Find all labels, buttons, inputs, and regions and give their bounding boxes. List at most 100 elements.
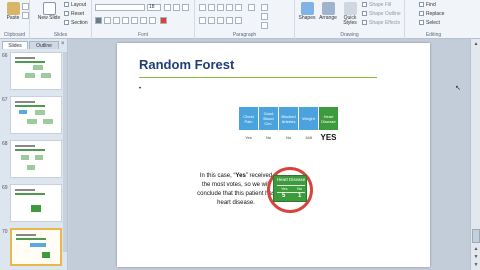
reset-icon — [64, 11, 69, 17]
shape-fill-icon — [362, 2, 367, 8]
prev-slide-icon[interactable]: ▲ — [472, 245, 480, 253]
arrange-button[interactable]: Arrange — [318, 2, 338, 21]
slide-thumbnail[interactable] — [10, 52, 62, 90]
new-slide-button[interactable]: New Slide — [34, 2, 64, 21]
font-color-icon[interactable] — [160, 17, 167, 24]
pane-scrollbar[interactable] — [63, 52, 67, 252]
cut-icon[interactable] — [22, 3, 29, 10]
italic-icon[interactable] — [104, 17, 111, 24]
close-pane-icon[interactable]: × — [61, 41, 65, 48]
vertical-scrollbar[interactable]: ▲ ▲ ▼ ▼ — [470, 39, 480, 270]
yes-vote-count: 5 — [282, 193, 286, 199]
align-left-icon[interactable] — [199, 17, 206, 24]
shape-outline-icon — [362, 11, 367, 17]
empty-bullet[interactable]: • — [139, 86, 141, 92]
smartart-icon[interactable] — [261, 22, 268, 29]
layout-button[interactable]: Layout — [64, 2, 86, 9]
slide-thumbnail-current[interactable] — [10, 228, 62, 266]
align-text-icon[interactable] — [261, 13, 268, 20]
shape-effects-button[interactable]: Shape Effects — [362, 20, 400, 27]
header-weight: Weight — [299, 107, 318, 130]
bullets-icon[interactable] — [199, 4, 206, 11]
thumbnail-row[interactable]: 67 — [0, 96, 68, 136]
find-icon — [419, 2, 424, 8]
columns-icon[interactable] — [248, 4, 255, 11]
section-button[interactable]: Section — [64, 20, 88, 27]
thumbnail-row-selected[interactable]: 70 — [0, 228, 68, 268]
slide-title[interactable]: Random Forest — [139, 57, 234, 72]
quick-styles-icon — [343, 2, 357, 15]
shape-outline-button[interactable]: Shape Outline — [362, 11, 401, 18]
conclusion-text[interactable]: In this case, “Yes” received the most vo… — [196, 172, 276, 208]
select-button[interactable]: Select — [419, 20, 440, 27]
tab-outline[interactable]: Outline — [29, 41, 59, 49]
font-size-combo[interactable]: 18 — [147, 4, 161, 11]
shadow-icon[interactable] — [122, 17, 129, 24]
editing-group: Find Replace Select Editing — [405, 0, 462, 39]
vote-tally-box[interactable]: Heart Disease Yes No 5 1 — [273, 175, 307, 202]
scroll-up-icon[interactable]: ▲ — [472, 40, 480, 48]
align-right-icon[interactable] — [217, 17, 224, 24]
thumbnail-row[interactable]: 66 — [0, 52, 68, 92]
header-chest-pain: Chest Pain — [239, 107, 258, 130]
drawing-group: Shapes Arrange Quick Styles Shape Fill S… — [295, 0, 405, 39]
value-blocked-arteries: No — [285, 135, 292, 140]
clear-format-icon[interactable] — [182, 4, 189, 11]
align-center-icon[interactable] — [208, 17, 215, 24]
text-direction-icon[interactable] — [261, 4, 268, 11]
font-group: 18 Font — [92, 0, 195, 39]
value-chest-pain: Yes — [245, 135, 252, 140]
line-spacing-icon[interactable] — [235, 4, 242, 11]
slide[interactable]: Random Forest • Chest Pain Good Blood Ci… — [117, 43, 461, 267]
find-button[interactable]: Find — [419, 2, 436, 9]
select-icon — [419, 20, 424, 26]
font-name-combo[interactable] — [95, 4, 145, 11]
shrink-font-icon[interactable] — [173, 4, 180, 11]
value-heart-disease: YES — [320, 133, 337, 142]
underline-icon[interactable] — [113, 17, 120, 24]
numbering-icon[interactable] — [208, 4, 215, 11]
clipboard-group: Paste Clipboard — [0, 0, 30, 39]
tab-slides[interactable]: Slides — [2, 41, 28, 49]
copy-icon[interactable] — [22, 12, 29, 19]
value-weight: 168 — [305, 135, 312, 140]
scroll-down-icon[interactable]: ▼ — [472, 261, 480, 269]
shape-fill-button[interactable]: Shape Fill — [362, 2, 391, 9]
quick-styles-button[interactable]: Quick Styles — [340, 2, 360, 26]
grow-font-icon[interactable] — [164, 4, 171, 11]
thumbnail-row[interactable]: 68 — [0, 140, 68, 180]
slides-group: New Slide Layout Reset Section Slides — [30, 0, 92, 39]
paste-button[interactable]: Paste — [4, 2, 22, 21]
shapes-button[interactable]: Shapes — [298, 2, 316, 21]
header-blocked-arteries: Blocked Arteries — [279, 107, 298, 130]
slide-canvas: Random Forest • Chest Pain Good Blood Ci… — [69, 39, 470, 270]
paragraph-group: Paragraph — [195, 0, 295, 39]
reset-button[interactable]: Reset — [64, 11, 84, 18]
mouse-cursor-icon: ↖ — [455, 85, 461, 92]
justify-icon[interactable] — [226, 17, 233, 24]
thumbnail-row[interactable]: 69 — [0, 184, 68, 224]
bold-icon[interactable] — [95, 17, 102, 24]
scroll-thumb[interactable] — [472, 229, 480, 243]
increase-indent-icon[interactable] — [226, 4, 233, 11]
ribbon: Paste Clipboard New Slide Layout Reset S… — [0, 0, 480, 39]
value-blood-circ: No — [265, 135, 272, 140]
shapes-icon — [300, 2, 314, 15]
next-slide-icon[interactable]: ▼ — [472, 253, 480, 261]
spacing-icon[interactable] — [140, 17, 147, 24]
header-blood-circ: Good Blood Circ. — [259, 107, 278, 130]
decrease-indent-icon[interactable] — [217, 4, 224, 11]
paste-icon — [6, 2, 20, 15]
slides-pane: Slides Outline × 66 67 68 69 70 — [0, 39, 68, 270]
replace-icon — [419, 11, 424, 17]
new-slide-icon — [42, 2, 56, 15]
slide-thumbnail[interactable] — [10, 184, 62, 222]
slide-thumbnail[interactable] — [10, 140, 62, 178]
slide-thumbnail[interactable] — [10, 96, 62, 134]
columns2-icon[interactable] — [235, 17, 242, 24]
shape-effects-icon — [362, 20, 367, 26]
strikethrough-icon[interactable] — [131, 17, 138, 24]
change-case-icon[interactable] — [149, 17, 156, 24]
section-icon — [64, 20, 69, 26]
replace-button[interactable]: Replace — [419, 11, 444, 18]
